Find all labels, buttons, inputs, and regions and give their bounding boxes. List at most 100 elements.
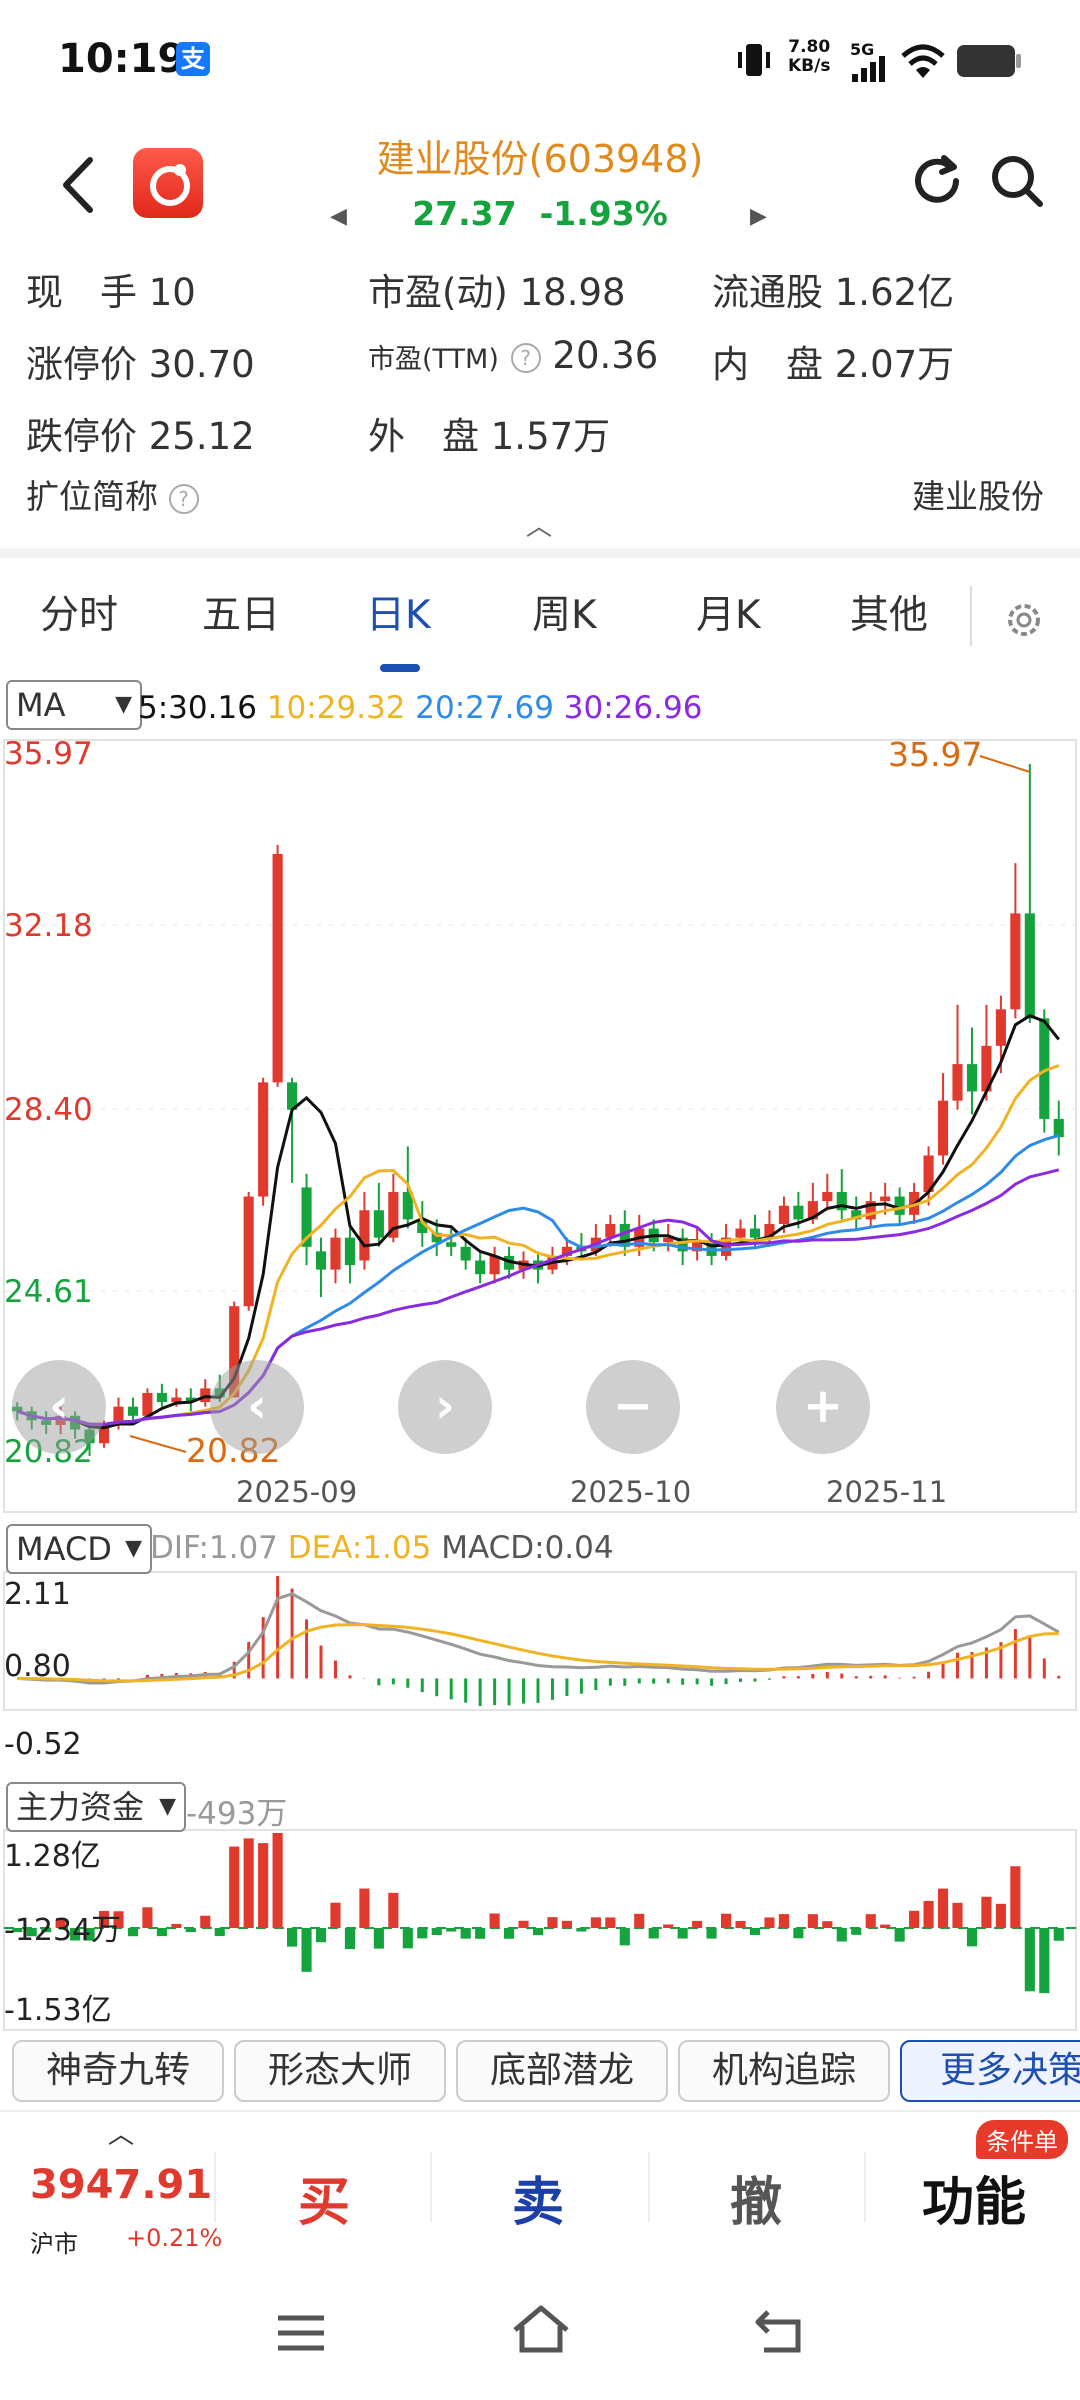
flow-bar [692,1920,703,1928]
chart-left-icon[interactable]: ‹ [12,1360,106,1454]
y-label: 24.61 [4,1274,93,1310]
index-change: +0.21% [126,2224,223,2252]
high-marker-line [979,755,1031,773]
flow-bar [359,1888,370,1928]
dif-value: DIF:1.07 [150,1530,278,1566]
x-label: 2025-09 [236,1475,357,1509]
quote-xian-shou: 现 手 10 [26,262,196,316]
home-icon[interactable] [510,2304,572,2356]
flow-bar [619,1928,630,1946]
candle-body [749,1228,761,1238]
quote-float: 流通股 1.62亿 [712,262,954,316]
chip-magic-nine[interactable]: 神奇九转 [12,2040,224,2102]
flow-bar [243,1838,254,1928]
flow-bar [590,1917,601,1928]
flow-bar [822,1921,833,1928]
net-speed-value: 7.80 [788,37,831,57]
buy-button[interactable]: 买 [298,2160,350,2235]
kline-chart[interactable]: 35.97 32.18 28.40 24.61 20.82 35.97 20.8… [0,736,1080,2036]
flow-bar [793,1928,804,1939]
candle-body [966,1064,978,1092]
macd-selector[interactable]: MACD ▼ [6,1524,152,1574]
chip-pattern-master[interactable]: 形态大师 [234,2040,446,2102]
prev-stock-arrow-icon[interactable]: ◀ [330,204,347,229]
chart-prev-icon[interactable]: ‹ [210,1360,304,1454]
flow-bar [200,1915,211,1928]
search-icon[interactable] [988,152,1048,212]
flow-bar [388,1892,399,1928]
flow-y-label: 1.28亿 [4,1839,101,1874]
candle-body [359,1210,370,1261]
tab-weekly-k[interactable]: 周K [532,584,597,640]
flow-bar [344,1928,356,1950]
menu-icon[interactable] [276,2310,326,2356]
candle-body [460,1246,471,1261]
candle-body [330,1237,341,1270]
ma30-value: 30:26.96 [563,690,703,726]
help-icon[interactable]: ? [510,342,541,373]
flow-bar [677,1928,688,1939]
outer-value: 1.57万 [490,415,611,458]
dropdown-arrow-icon: ▼ [159,1794,176,1819]
macd-y-label: 2.11 [4,1577,71,1612]
limit-down-label: 跌停价 [26,415,137,458]
system-nav-bar [0,2280,1080,2400]
macd-histogram [30,1576,1061,1706]
sell-button[interactable]: 卖 [512,2160,564,2235]
flow-bar [156,1928,167,1937]
next-stock-arrow-icon[interactable]: ▶ [750,204,767,229]
flow-bar [518,1920,529,1928]
ma20-value: 20:27.69 [415,690,554,726]
help-icon[interactable]: ? [168,483,199,514]
battery-icon [957,45,1021,77]
tab-five-day[interactable]: 五日 [202,584,280,640]
tab-monthly-k[interactable]: 月K [696,584,761,640]
pe-ttm-label: 市盈(TTM) [368,344,499,375]
divider [430,2152,432,2222]
chart-next-icon[interactable]: › [398,1360,492,1454]
zoom-in-icon[interactable]: + [776,1360,870,1454]
dropdown-arrow-icon: ▼ [125,1536,142,1561]
tab-fenshi[interactable]: 分时 [40,584,118,640]
expand-up-icon[interactable]: ︿ [108,2114,134,2151]
flow-bar [634,1913,645,1928]
collapse-arrow-icon[interactable]: ︿ [526,506,552,543]
back-nav-icon[interactable] [754,2306,806,2356]
zoom-out-icon[interactable]: − [586,1360,680,1454]
flow-bar [1024,1928,1035,1992]
fund-flow-selector[interactable]: 主力资金 ▼ [6,1782,186,1832]
vibrate-icon [738,44,770,76]
chip-more-decisions[interactable]: 更多决策 [900,2040,1080,2102]
flow-bar [1053,1928,1064,1941]
candle-body [344,1237,356,1266]
quote-limit-up: 涨停价 30.70 [26,334,255,388]
refresh-icon[interactable] [908,152,966,210]
wifi-icon [901,44,945,78]
flow-bar [258,1843,269,1928]
fund-flow-value: -493万 [186,1796,288,1832]
tab-daily-k[interactable]: 日K [366,584,431,640]
xian-shou-label: 现 手 [26,271,137,314]
x-label: 2025-11 [826,1475,947,1509]
conditional-order-badge[interactable]: 条件单 [976,2120,1068,2159]
tab-other[interactable]: 其他 [850,584,928,640]
index-value[interactable]: 3947.91 [30,2162,212,2208]
main-fund-flow-bars [12,1833,1064,1994]
ma-selector[interactable]: MA ▼ [6,680,142,730]
flow-bar [880,1924,891,1928]
function-button[interactable]: 功能 [922,2160,1026,2235]
net-speed: 7.80 KB/s [788,38,830,76]
flow-bar [171,1923,182,1928]
flow-bar [966,1928,978,1947]
limit-down-value: 25.12 [148,415,255,458]
flow-bar [402,1928,413,1949]
chip-institution-track[interactable]: 机构追踪 [678,2040,890,2102]
alias-label: 扩位简称 [26,477,158,516]
gear-icon[interactable] [1002,598,1046,642]
cancel-order-button[interactable]: 撤 [730,2160,782,2235]
divider [214,2152,216,2222]
flow-bar [417,1928,428,1939]
candle-body [1024,913,1035,1019]
inner-label: 内 盘 [712,343,823,386]
chip-bottom-dragon[interactable]: 底部潜龙 [456,2040,668,2102]
